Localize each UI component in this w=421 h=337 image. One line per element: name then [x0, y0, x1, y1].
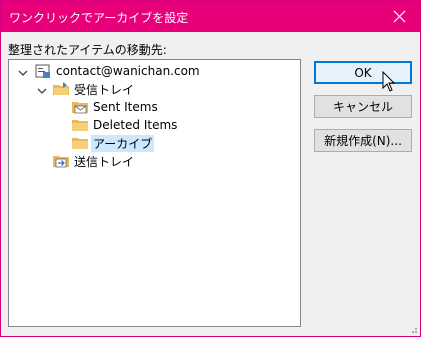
- tree-item-sent-items[interactable]: Sent Items: [71, 98, 160, 116]
- outbox-folder-icon: [53, 156, 69, 168]
- mouse-cursor-icon: [382, 71, 396, 92]
- deleted-items-label: Deleted Items: [93, 118, 178, 132]
- close-icon: [393, 10, 406, 23]
- new-folder-button[interactable]: 新規作成(N)...: [314, 129, 412, 152]
- title-bar: ワンクリックでアーカイブを設定: [1, 1, 420, 32]
- dialog-title: ワンクリックでアーカイブを設定: [9, 11, 189, 25]
- tree-item-deleted-items[interactable]: Deleted Items: [71, 116, 179, 134]
- tree-item-inbox[interactable]: 受信トレイ: [52, 80, 136, 98]
- resize-grip-icon[interactable]: [408, 324, 418, 334]
- collapse-chevron-icon: [37, 88, 47, 94]
- tree-item-account[interactable]: contact@wanichan.com: [34, 62, 202, 80]
- destination-label: 整理されたアイテムの移動先:: [8, 43, 167, 57]
- sent-folder-icon: [72, 102, 88, 114]
- mailbox-icon: [35, 64, 50, 78]
- folder-tree[interactable]: contact@wanichan.com 受信トレイ Sent Items De…: [8, 59, 301, 327]
- collapse-chevron-icon: [18, 70, 28, 76]
- folder-icon: [72, 120, 88, 131]
- sent-items-label: Sent Items: [93, 100, 158, 114]
- tree-item-archive[interactable]: アーカイブ: [71, 134, 155, 152]
- cancel-button[interactable]: キャンセル: [314, 95, 412, 118]
- account-label: contact@wanichan.com: [56, 64, 200, 78]
- tree-item-outbox[interactable]: 送信トレイ: [52, 152, 136, 170]
- outbox-label: 送信トレイ: [74, 154, 135, 169]
- inbox-folder-icon: [53, 82, 69, 95]
- folder-icon: [72, 138, 88, 149]
- inbox-label: 受信トレイ: [74, 82, 135, 97]
- archive-label: アーカイブ: [91, 134, 155, 152]
- archive-dialog: ワンクリックでアーカイブを設定 整理されたアイテムの移動先: contact@w…: [0, 0, 421, 337]
- close-button[interactable]: [380, 1, 420, 32]
